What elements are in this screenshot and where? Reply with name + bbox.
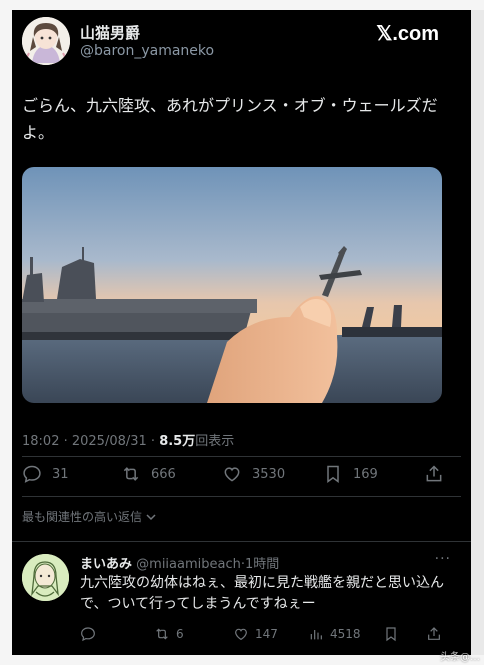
reply-text: 九六陸攻の幼体はねぇ、最初に見た戦艦を親だと思い込んで、ついて行ってしまうんです… bbox=[80, 575, 444, 612]
reply-sort-label: 最も関連性の高い返信 bbox=[22, 510, 143, 524]
reply-reply-button[interactable] bbox=[80, 624, 102, 644]
like-count: 3530 bbox=[252, 466, 286, 482]
divider bbox=[12, 541, 471, 542]
reply-repost-count: 6 bbox=[176, 627, 184, 641]
reply-icon bbox=[23, 465, 41, 483]
tweet-timestamp[interactable]: 18:02 · 2025/08/31 · bbox=[22, 434, 159, 449]
share-icon bbox=[426, 465, 442, 482]
author-display-name[interactable]: 山猫男爵 bbox=[80, 22, 140, 43]
reply-header: まいあみ @miiaamibeach·1時間 bbox=[80, 553, 279, 572]
reply-time[interactable]: ·1時間 bbox=[241, 557, 279, 572]
reply-repost-button[interactable]: 6 bbox=[154, 624, 184, 644]
bookmark-icon bbox=[327, 465, 339, 483]
bookmark-icon bbox=[386, 627, 396, 642]
reply-like-button[interactable]: 147 bbox=[233, 624, 278, 644]
share-icon bbox=[428, 627, 440, 640]
page-edge bbox=[471, 10, 484, 655]
view-label: 回表示 bbox=[195, 434, 235, 449]
chevron-down-icon bbox=[146, 513, 156, 520]
reply-count: 31 bbox=[52, 466, 69, 482]
tweet-actions: 31 666 3530 169 bbox=[22, 462, 452, 486]
watermark-text: 头条@… bbox=[440, 652, 480, 663]
reply-author-handle[interactable]: @miiaamibeach bbox=[136, 557, 241, 572]
reply-actions: 6 147 4518 bbox=[80, 624, 450, 644]
view-count: 8.5万 bbox=[159, 434, 196, 449]
reply-icon bbox=[81, 627, 95, 642]
divider bbox=[22, 496, 461, 497]
repost-button[interactable]: 666 bbox=[121, 462, 176, 486]
x-logo: 𝕏.com bbox=[376, 23, 439, 45]
reply-share-button[interactable] bbox=[426, 624, 448, 644]
post-frame: 山猫男爵 @baron_yamaneko 𝕏.com ごらん、九六陸攻、あれがプ… bbox=[12, 10, 471, 655]
author-avatar[interactable] bbox=[22, 17, 70, 65]
repost-icon bbox=[123, 467, 139, 481]
bookmark-button[interactable]: 169 bbox=[323, 462, 378, 486]
share-button[interactable] bbox=[424, 462, 454, 486]
heart-icon bbox=[224, 467, 240, 482]
tweet-meta: 18:02 · 2025/08/31 · 8.5万回表示 bbox=[22, 430, 234, 449]
analytics-icon bbox=[310, 630, 322, 640]
reply-bookmark-button[interactable] bbox=[383, 624, 405, 644]
tweet-photo[interactable] bbox=[22, 167, 442, 403]
divider bbox=[22, 456, 461, 457]
reply-sort-dropdown[interactable]: 最も関連性の高い返信 bbox=[22, 508, 157, 525]
reply-view-count: 4518 bbox=[330, 627, 361, 641]
like-button[interactable]: 3530 bbox=[222, 462, 285, 486]
reply-views-button[interactable]: 4518 bbox=[308, 624, 361, 644]
reply-author-avatar[interactable] bbox=[22, 554, 69, 601]
repost-icon bbox=[156, 628, 168, 640]
heart-icon bbox=[235, 628, 247, 641]
author-handle[interactable]: @baron_yamaneko bbox=[80, 43, 214, 59]
reply-button[interactable]: 31 bbox=[22, 462, 69, 486]
bookmark-count: 169 bbox=[353, 466, 378, 482]
reply-author-name[interactable]: まいあみ bbox=[80, 557, 132, 572]
reply-like-count: 147 bbox=[255, 627, 278, 641]
repost-count: 666 bbox=[151, 466, 176, 482]
more-options-icon[interactable]: ··· bbox=[435, 551, 451, 567]
tweet-text: ごらん、九六陸攻、あれがプリンス・オブ・ウェールズだよ。 bbox=[22, 96, 438, 142]
